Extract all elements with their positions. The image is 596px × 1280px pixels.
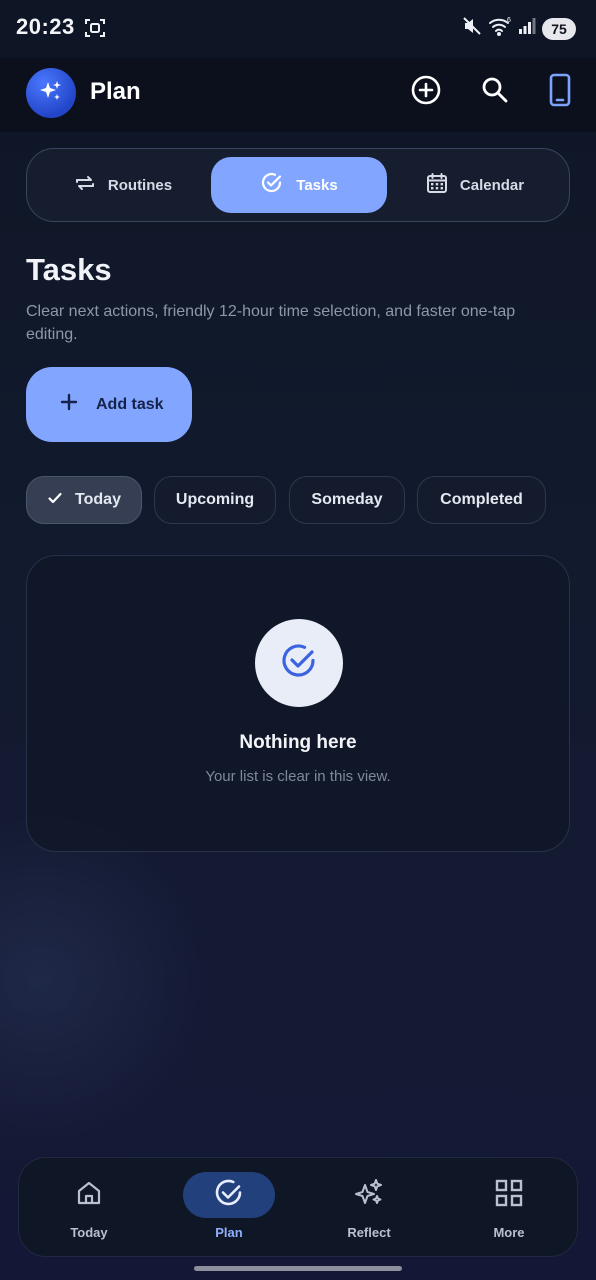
nav-plan[interactable]: Plan: [159, 1158, 299, 1258]
view-switcher: Routines Tasks Calendar: [26, 148, 570, 222]
nav-today[interactable]: Today: [19, 1158, 159, 1258]
mute-icon: [462, 16, 482, 41]
check-circle-icon: [260, 171, 284, 199]
tab-tasks-label: Tasks: [296, 176, 338, 194]
page-title: Tasks: [26, 252, 112, 287]
status-time: 20:23: [16, 14, 75, 39]
grid-icon: [494, 1178, 524, 1213]
nav-more[interactable]: More: [439, 1158, 579, 1258]
svg-text:6: 6: [507, 17, 511, 24]
search-icon: [480, 75, 510, 110]
add-task-button[interactable]: Add task: [26, 367, 192, 442]
status-bar: 20:23 6 75: [0, 0, 596, 58]
signal-icon: [518, 17, 536, 40]
repeat-icon: [74, 172, 96, 198]
nav-reflect-pill: [323, 1172, 415, 1218]
tab-tasks[interactable]: Tasks: [211, 157, 387, 213]
filter-upcoming-label: Upcoming: [175, 491, 255, 508]
empty-state-badge: [255, 619, 343, 707]
battery-indicator: 75: [542, 17, 576, 40]
nav-today-label: Today: [70, 1225, 108, 1240]
nav-plan-label: Plan: [215, 1225, 243, 1240]
bottom-navigation: Today Plan Reflect More: [18, 1157, 578, 1257]
home-icon: [75, 1179, 103, 1212]
tab-calendar[interactable]: Calendar: [387, 157, 563, 213]
app-logo: [26, 68, 76, 118]
filter-today-label: Today: [75, 491, 121, 508]
check-icon: [47, 490, 63, 511]
tab-routines[interactable]: Routines: [35, 157, 211, 213]
empty-state-message: Your list is clear in this view.: [205, 768, 391, 785]
nav-more-pill: [463, 1172, 555, 1218]
page-subtitle: Clear next actions, friendly 12-hour tim…: [26, 303, 516, 343]
calendar-icon: [426, 172, 448, 198]
app-title: Plan: [90, 78, 141, 105]
add-circle-icon: [410, 74, 442, 111]
nav-reflect[interactable]: Reflect: [299, 1158, 439, 1258]
sparkles-icon: [353, 1177, 385, 1214]
empty-state-card: Nothing here Your list is clear in this …: [26, 555, 570, 852]
device-button[interactable]: [540, 72, 580, 112]
check-circle-icon: [213, 1177, 245, 1214]
empty-state-title: Nothing here: [239, 732, 357, 753]
tab-routines-label: Routines: [107, 176, 173, 194]
tab-calendar-label: Calendar: [459, 176, 525, 194]
search-button[interactable]: [475, 72, 515, 112]
filter-completed-label: Completed: [440, 491, 523, 508]
filter-someday-label: Someday: [311, 491, 383, 508]
wifi-icon: 6: [488, 16, 512, 41]
add-button[interactable]: [406, 72, 446, 112]
screenshot-icon: [84, 17, 106, 39]
nav-reflect-label: Reflect: [347, 1225, 391, 1240]
check-circle-icon: [279, 641, 319, 686]
nav-today-pill: [43, 1172, 135, 1218]
filter-today[interactable]: Today: [26, 476, 142, 524]
nav-plan-pill: [183, 1172, 275, 1218]
filter-someday[interactable]: Someday: [289, 476, 405, 524]
plus-icon: [60, 393, 78, 416]
add-task-label: Add task: [96, 395, 164, 413]
filter-completed[interactable]: Completed: [417, 476, 546, 524]
filter-upcoming[interactable]: Upcoming: [154, 476, 276, 524]
app-bar: Plan: [0, 58, 596, 132]
nav-more-label: More: [493, 1225, 525, 1240]
phone-icon: [547, 73, 573, 112]
sparkles-icon: [38, 78, 64, 109]
home-indicator[interactable]: [194, 1266, 402, 1271]
